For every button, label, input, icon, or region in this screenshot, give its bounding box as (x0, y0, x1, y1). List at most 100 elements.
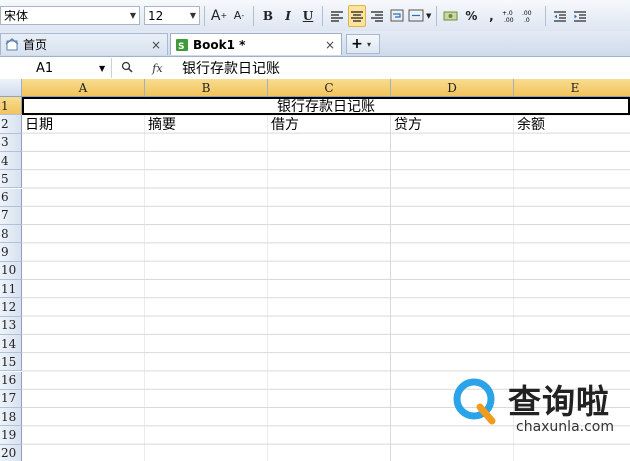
wrap-text-icon (390, 9, 404, 22)
merged-title-cell[interactable]: 银行存款日记账 (22, 97, 630, 115)
underline-label: U (302, 8, 314, 23)
chevron-down-icon[interactable]: ▾ (367, 40, 371, 49)
formula-tools: fx (112, 61, 172, 76)
formula-input[interactable]: 银行存款日记账 (172, 58, 280, 78)
row-header-14[interactable]: 14 (0, 334, 22, 354)
decrease-indent-button[interactable] (551, 5, 569, 27)
spreadsheet-icon: S (175, 38, 189, 52)
chevron-down-icon[interactable]: ▼ (99, 64, 111, 73)
header-cell-summary[interactable]: 摘要 (145, 115, 268, 133)
formula-bar: A1 ▼ fx 银行存款日记账 (0, 57, 630, 80)
row-header-16[interactable]: 16 (0, 371, 22, 390)
chevron-down-icon[interactable]: ▼ (187, 7, 199, 24)
function-icon[interactable]: fx (152, 62, 162, 75)
plus-icon[interactable]: + (347, 36, 367, 52)
comma-label: , (489, 8, 494, 23)
italic-label: I (285, 8, 291, 23)
row-header-12[interactable]: 12 (0, 298, 22, 317)
document-tab-bar: 首页 × S Book1 * × + ▾ (0, 31, 630, 57)
italic-button[interactable]: I (279, 5, 297, 27)
underline-button[interactable]: U (299, 5, 317, 27)
toolbar-separator (322, 5, 323, 26)
increase-decimal-icon: +.0.00 (502, 10, 514, 23)
row-header-19[interactable]: 19 (0, 426, 22, 445)
header-cell-balance[interactable]: 余额 (514, 115, 630, 133)
font-name-value: 宋体 (4, 9, 29, 23)
svg-text:.00: .00 (504, 17, 514, 23)
tab-book1[interactable]: S Book1 * × (170, 33, 342, 55)
chevron-down-icon[interactable]: ▼ (426, 12, 431, 20)
row-header-18[interactable]: 18 (0, 408, 22, 427)
magnifier-logo-icon (453, 378, 496, 425)
thousands-button[interactable]: , (482, 5, 500, 27)
align-right-button[interactable] (368, 5, 386, 27)
row-header-15[interactable]: 15 (0, 353, 22, 372)
column-header-d[interactable]: D (391, 79, 514, 97)
row-header-17[interactable]: 17 (0, 389, 22, 409)
column-header-a[interactable]: A (22, 79, 145, 97)
close-icon[interactable]: × (151, 38, 161, 52)
grow-font-label: A (210, 7, 221, 24)
decrease-decimal-icon: .00.0 (522, 10, 532, 23)
bold-button[interactable]: B (259, 5, 277, 27)
watermark-en: chaxunla.com (516, 419, 614, 435)
row-header-10[interactable]: 10 (0, 261, 22, 280)
align-left-icon (331, 10, 343, 22)
increase-indent-button[interactable] (571, 5, 589, 27)
row-header-13[interactable]: 13 (0, 316, 22, 335)
align-center-icon (351, 10, 363, 22)
svg-text:.0: .0 (524, 17, 530, 23)
svg-text:+.0: +.0 (502, 10, 513, 17)
new-tab-button[interactable]: + ▾ (346, 34, 380, 54)
shrink-font-label: A (233, 9, 242, 22)
font-name-select[interactable]: 宋体 ▼ (0, 6, 140, 25)
svg-text:.00: .00 (522, 10, 532, 17)
row-header-9[interactable]: 9 (0, 243, 22, 262)
font-size-value: 12 (148, 8, 164, 23)
select-all-corner[interactable] (0, 79, 22, 97)
chevron-down-icon[interactable]: ▼ (127, 7, 139, 24)
toolbar-separator (253, 5, 254, 26)
row-header-5[interactable]: 5 (0, 170, 22, 189)
tab-home[interactable]: 首页 × (0, 33, 168, 55)
row-header-4[interactable]: 4 (0, 151, 22, 171)
row-header-2[interactable]: 2 (0, 115, 22, 134)
header-cell-date[interactable]: 日期 (22, 115, 145, 133)
align-left-button[interactable] (328, 5, 346, 27)
increase-decimal-button[interactable]: +.0.00 (502, 5, 520, 27)
formatting-toolbar: 宋体 ▼ 12 ▼ A + A- B I U ▼ % , +.0.00 .00.0 (0, 0, 630, 32)
column-header-c[interactable]: C (268, 79, 391, 97)
currency-button[interactable] (442, 5, 460, 27)
shrink-font-button[interactable]: A- (230, 5, 248, 27)
currency-icon (443, 11, 458, 21)
toolbar-separator (204, 5, 205, 26)
merge-center-button[interactable]: ▼ (408, 5, 431, 27)
header-cell-credit[interactable]: 贷方 (391, 115, 514, 133)
row-header-11[interactable]: 11 (0, 280, 22, 299)
increase-indent-icon (574, 10, 587, 22)
row-header-3[interactable]: 3 (0, 133, 22, 152)
merge-cells-icon (408, 9, 424, 22)
row-header-8[interactable]: 8 (0, 225, 22, 244)
row-header-7[interactable]: 7 (0, 206, 22, 226)
percent-button[interactable]: % (462, 5, 480, 27)
toolbar-separator (545, 5, 547, 26)
zoom-icon[interactable] (121, 61, 133, 76)
column-header-b[interactable]: B (145, 79, 268, 97)
wrap-text-button[interactable] (388, 5, 406, 27)
cell-reference[interactable]: A1 (0, 61, 99, 76)
row-header-1[interactable]: 1 (0, 97, 22, 116)
header-cell-debit[interactable]: 借方 (268, 115, 391, 133)
row-header-20[interactable]: 20 (0, 444, 22, 461)
align-center-button[interactable] (348, 4, 366, 27)
watermark-cn: 查询啦 (508, 382, 610, 421)
percent-label: % (465, 8, 478, 23)
decrease-decimal-button[interactable]: .00.0 (522, 5, 540, 27)
grow-font-button[interactable]: A + (210, 5, 228, 27)
home-icon (5, 37, 19, 52)
close-icon[interactable]: × (325, 38, 335, 52)
font-size-select[interactable]: 12 ▼ (144, 6, 200, 25)
row-header-6[interactable]: 6 (0, 188, 22, 207)
name-box[interactable]: A1 ▼ (0, 58, 112, 78)
column-header-e[interactable]: E (514, 79, 630, 97)
